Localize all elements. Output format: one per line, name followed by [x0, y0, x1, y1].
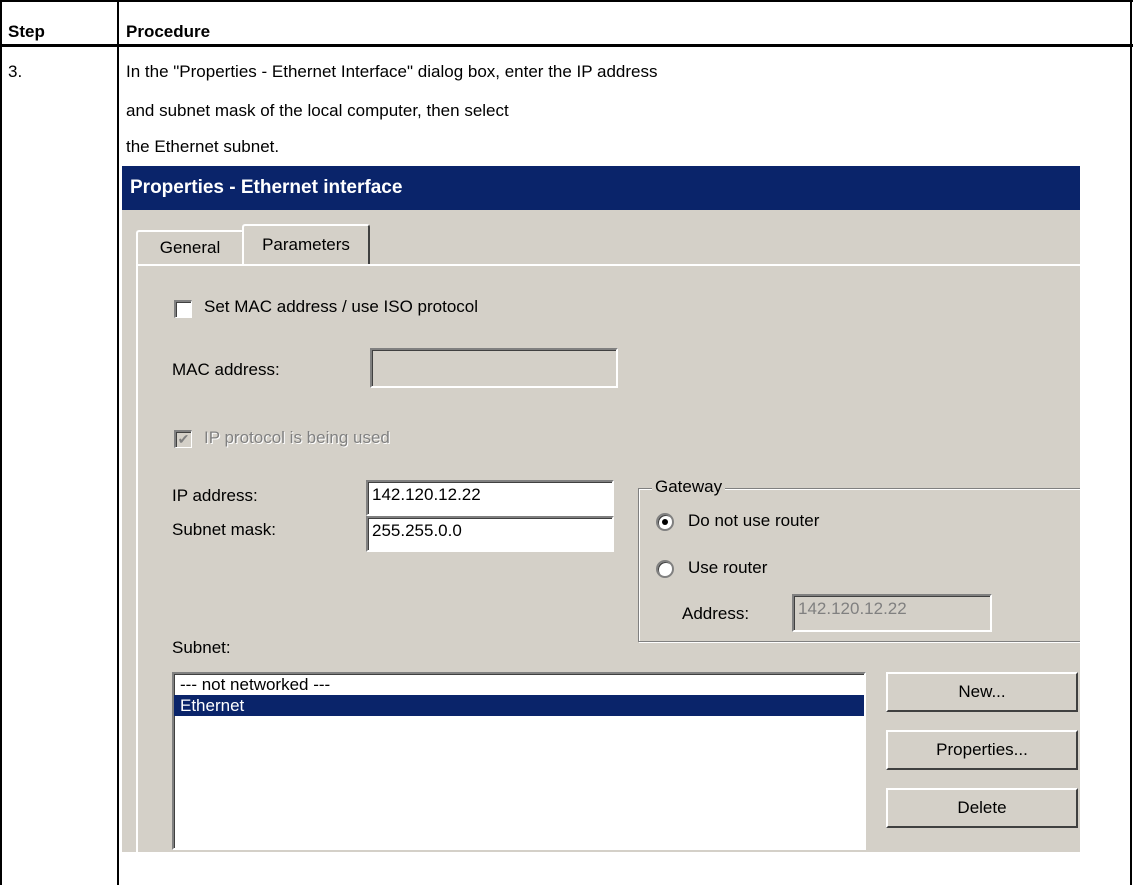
table-column-divider: [117, 0, 119, 885]
use-router-radio[interactable]: [656, 560, 674, 578]
subnet-item-ethernet[interactable]: Ethernet: [174, 695, 864, 716]
step-number: 3.: [8, 62, 23, 81]
no-router-radio[interactable]: [656, 513, 674, 531]
subnet-mask-field[interactable]: 255.255.0.0: [366, 516, 614, 552]
gateway-address-label: Address:: [682, 604, 750, 623]
dialog-title: Properties - Ethernet interface: [122, 166, 1080, 210]
instruction-line-3: the Ethernet subnet.: [126, 137, 280, 156]
table-header-divider: [0, 44, 1133, 47]
tab-parameters-label: Parameters: [262, 235, 350, 254]
subnet-item-not-networked[interactable]: --- not networked ---: [174, 674, 864, 695]
table-top-border: [0, 0, 1133, 2]
properties-dialog: Properties - Ethernet interface General …: [122, 166, 1080, 852]
tab-general-label: General: [159, 238, 221, 257]
tab-general[interactable]: General: [136, 230, 244, 264]
table-right-border: [1130, 0, 1132, 885]
table-left-border: [0, 0, 2, 885]
column-header-procedure: Procedure: [126, 22, 211, 41]
subnet-properties-button[interactable]: Properties...: [886, 730, 1078, 770]
ip-protocol-checkbox-label: IP protocol is being used: [204, 428, 390, 447]
tab-parameters[interactable]: Parameters: [242, 224, 370, 264]
instruction-line-2: and subnet mask of the local computer, t…: [126, 101, 509, 120]
gateway-group-title: Gateway: [652, 477, 726, 497]
mac-address-label: MAC address:: [172, 360, 280, 379]
mac-iso-checkbox[interactable]: [174, 300, 192, 318]
delete-subnet-button[interactable]: Delete: [886, 788, 1078, 828]
gateway-address-field[interactable]: 142.120.12.22: [792, 594, 992, 632]
no-router-label: Do not use router: [688, 511, 820, 530]
ip-address-field[interactable]: 142.120.12.22: [366, 480, 614, 516]
ip-protocol-checkbox: ✔: [174, 430, 192, 448]
new-subnet-button[interactable]: New...: [886, 672, 1078, 712]
ip-address-label: IP address:: [172, 486, 258, 505]
new-subnet-button-label: New...: [958, 682, 1006, 701]
subnet-label: Subnet:: [172, 638, 231, 657]
subnet-listbox[interactable]: --- not networked --- Ethernet: [172, 672, 866, 850]
mac-iso-checkbox-label: Set MAC address / use ISO protocol: [204, 297, 479, 316]
mac-address-field[interactable]: [370, 348, 618, 388]
delete-subnet-button-label: Delete: [957, 798, 1007, 817]
subnet-properties-button-label: Properties...: [936, 740, 1028, 759]
subnet-mask-label: Subnet mask:: [172, 520, 276, 539]
instruction-line-1: In the "Properties - Ethernet Interface"…: [126, 62, 658, 81]
column-header-step: Step: [8, 22, 45, 41]
use-router-label: Use router: [688, 558, 768, 577]
